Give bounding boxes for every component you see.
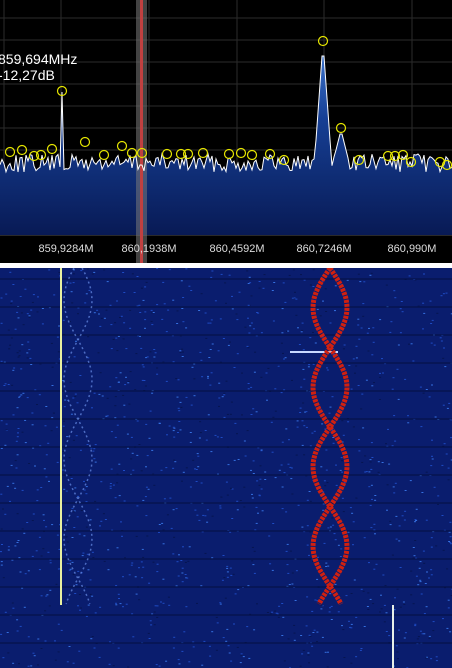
doppler-trace bbox=[310, 268, 350, 606]
x-tick-label: 860,990M bbox=[387, 243, 437, 255]
peak-marker bbox=[246, 149, 258, 161]
spectrum-fill bbox=[0, 56, 452, 235]
sdr-window: 859,694MHz -12,27dB 859,9284M 860,1938M … bbox=[0, 0, 452, 668]
waterfall-noise bbox=[0, 268, 452, 668]
waterfall-display[interactable] bbox=[0, 268, 452, 668]
peak-marker bbox=[161, 148, 173, 160]
x-tick-label: 860,4592M bbox=[209, 243, 265, 255]
peak-marker bbox=[182, 148, 194, 160]
spectrum-plot[interactable] bbox=[0, 0, 452, 263]
waterfall-signals bbox=[60, 268, 394, 668]
peak-marker bbox=[223, 148, 235, 160]
waterfall-plot[interactable] bbox=[0, 268, 452, 668]
faint-trace bbox=[63, 268, 93, 605]
peak-marker bbox=[317, 35, 329, 47]
peak-marker bbox=[116, 140, 128, 152]
level-readout: -12,27dB bbox=[0, 67, 55, 83]
carrier-line bbox=[60, 268, 62, 605]
peak-marker bbox=[4, 146, 16, 158]
carrier-line bbox=[392, 605, 394, 668]
doppler-trace bbox=[310, 268, 350, 606]
peak-marker bbox=[79, 136, 91, 148]
frequency-readout: 859,694MHz bbox=[0, 51, 78, 67]
peak-marker bbox=[98, 149, 110, 161]
x-tick-label: 860,1938M bbox=[121, 243, 177, 255]
tuning-marker[interactable] bbox=[136, 0, 147, 263]
faint-trace bbox=[63, 268, 93, 605]
x-tick-label: 859,9284M bbox=[38, 243, 94, 255]
x-tick-label: 860,7246M bbox=[296, 243, 352, 255]
peak-marker bbox=[46, 143, 58, 155]
spectrum-panel[interactable]: 859,694MHz -12,27dB 859,9284M 860,1938M … bbox=[0, 0, 452, 263]
